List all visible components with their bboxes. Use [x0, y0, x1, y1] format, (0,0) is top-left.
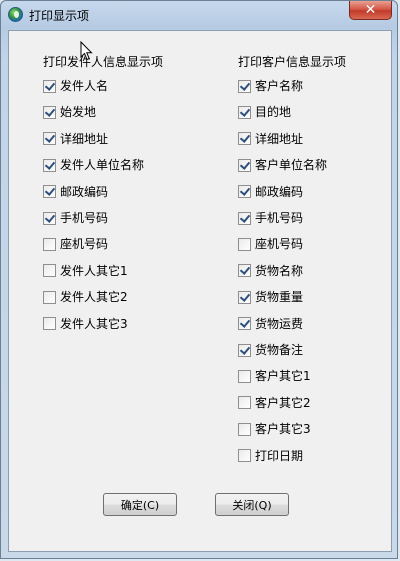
- customer-option-3[interactable]: 详细地址: [238, 131, 303, 147]
- checkbox-unchecked[interactable]: [238, 369, 251, 383]
- window-close-button[interactable]: ✕: [349, 1, 392, 20]
- customer-option-15[interactable]: 打印日期: [238, 448, 303, 464]
- option-label: 发件人其它3: [60, 316, 128, 331]
- sender-option-2[interactable]: 始发地: [43, 104, 96, 120]
- close-button[interactable]: 关闭(Q): [215, 493, 289, 516]
- checkbox-checked[interactable]: [238, 185, 251, 199]
- customer-option-1[interactable]: 客户名称: [238, 78, 303, 94]
- option-label: 邮政编码: [255, 184, 304, 199]
- option-label: 发件人其它1: [60, 263, 128, 278]
- sender-option-8[interactable]: 发件人其它1: [43, 263, 128, 279]
- checkbox-checked[interactable]: [238, 290, 251, 304]
- customer-option-9[interactable]: 货物重量: [238, 289, 303, 305]
- customer-option-2[interactable]: 目的地: [238, 104, 291, 120]
- option-label: 座机号码: [60, 237, 109, 252]
- sender-option-5[interactable]: 邮政编码: [43, 184, 108, 200]
- checkbox-checked[interactable]: [238, 211, 251, 225]
- option-label: 货物运费: [255, 316, 304, 331]
- option-label: 座机号码: [255, 237, 304, 252]
- option-label: 客户其它1: [255, 369, 311, 384]
- sender-option-9[interactable]: 发件人其它2: [43, 289, 128, 305]
- customer-option-13[interactable]: 客户其它2: [238, 395, 311, 411]
- checkbox-unchecked[interactable]: [43, 290, 56, 304]
- option-label: 目的地: [255, 105, 292, 120]
- checkbox-checked[interactable]: [43, 79, 56, 93]
- sender-option-7[interactable]: 座机号码: [43, 236, 108, 252]
- checkbox-checked[interactable]: [238, 343, 251, 357]
- app-globe-icon: [8, 7, 23, 22]
- option-label: 打印日期: [255, 448, 304, 463]
- dialog-body: 打印发件人信息显示项 发件人名 始发地 详细地址 发件人单位名称 邮政编码 手机号码 座机号…: [8, 30, 392, 552]
- option-label: 邮政编码: [60, 184, 109, 199]
- customer-option-12[interactable]: 客户其它1: [238, 368, 311, 384]
- option-label: 客户其它3: [255, 422, 311, 437]
- customer-option-14[interactable]: 客户其它3: [238, 421, 311, 437]
- checkbox-checked[interactable]: [238, 105, 251, 119]
- checkbox-checked[interactable]: [43, 105, 56, 119]
- option-label: 始发地: [60, 105, 97, 120]
- checkbox-unchecked[interactable]: [238, 449, 251, 463]
- customer-option-6[interactable]: 手机号码: [238, 210, 303, 226]
- option-label: 货物名称: [255, 263, 304, 278]
- option-label: 客户其它2: [255, 395, 311, 410]
- option-label: 客户单位名称: [255, 158, 328, 173]
- option-label: 货物备注: [255, 343, 304, 357]
- close-icon: ✕: [364, 2, 377, 18]
- checkbox-checked[interactable]: [43, 132, 56, 146]
- option-label: 客户名称: [255, 79, 304, 93]
- customer-option-11[interactable]: 货物备注: [238, 342, 303, 358]
- option-label: 货物重量: [255, 290, 304, 305]
- checkbox-checked[interactable]: [238, 158, 251, 172]
- checkbox-checked[interactable]: [43, 185, 56, 199]
- option-label: 手机号码: [255, 211, 304, 225]
- checkbox-checked[interactable]: [238, 132, 251, 146]
- customer-group-title: 打印客户信息显示项: [238, 55, 347, 69]
- checkbox-unchecked[interactable]: [238, 237, 251, 251]
- customer-option-8[interactable]: 货物名称: [238, 263, 303, 279]
- window-title: 打印显示项: [29, 9, 90, 23]
- checkbox-unchecked[interactable]: [238, 396, 251, 410]
- checkbox-unchecked[interactable]: [43, 237, 56, 251]
- checkbox-checked[interactable]: [238, 317, 251, 331]
- dialog-window: 打印显示项 ✕ 打印发件人信息显示项 发件人名 始发地 详细地址 发件人单位名称 邮政编…: [0, 0, 398, 559]
- title-bar[interactable]: 打印显示项 ✕: [1, 1, 397, 29]
- sender-option-4[interactable]: 发件人单位名称: [43, 157, 144, 173]
- mouse-pointer-icon: [80, 41, 93, 61]
- checkbox-checked[interactable]: [238, 264, 251, 278]
- customer-option-4[interactable]: 客户单位名称: [238, 157, 327, 173]
- option-label: 手机号码: [60, 211, 109, 225]
- checkbox-checked[interactable]: [43, 158, 56, 172]
- sender-option-10[interactable]: 发件人其它3: [43, 316, 128, 332]
- option-label: 详细地址: [255, 131, 304, 146]
- sender-option-6[interactable]: 手机号码: [43, 210, 108, 226]
- sender-group-title: 打印发件人信息显示项: [43, 55, 164, 69]
- checkbox-checked[interactable]: [238, 79, 251, 93]
- checkbox-unchecked[interactable]: [43, 264, 56, 278]
- option-label: 发件人单位名称: [60, 158, 145, 173]
- option-label: 发件人其它2: [60, 290, 128, 305]
- ok-button[interactable]: 确定(C): [103, 493, 177, 516]
- sender-option-3[interactable]: 详细地址: [43, 131, 108, 147]
- checkbox-checked[interactable]: [43, 211, 56, 225]
- checkbox-unchecked[interactable]: [238, 422, 251, 436]
- customer-option-10[interactable]: 货物运费: [238, 316, 303, 332]
- customer-option-5[interactable]: 邮政编码: [238, 184, 303, 200]
- option-label: 发件人名: [60, 79, 109, 93]
- customer-option-7[interactable]: 座机号码: [238, 236, 303, 252]
- checkbox-unchecked[interactable]: [43, 317, 56, 331]
- option-label: 详细地址: [60, 131, 109, 146]
- sender-option-1[interactable]: 发件人名: [43, 78, 108, 94]
